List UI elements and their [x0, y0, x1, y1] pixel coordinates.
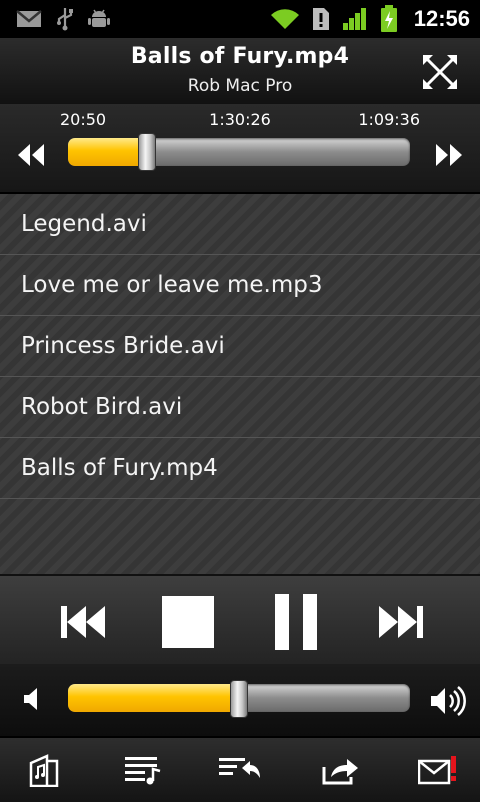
playlist-item[interactable]: Love me or leave me.mp3 [0, 255, 480, 316]
fast-forward-button[interactable] [432, 138, 466, 172]
playlist-item[interactable]: Legend.avi [0, 194, 480, 255]
playlist-item[interactable]: Robot Bird.avi [0, 377, 480, 438]
share-button[interactable] [318, 750, 362, 790]
queue-back-button[interactable] [218, 750, 262, 790]
seek-bar-fill [68, 138, 147, 166]
mail-alert-button[interactable] [416, 750, 460, 790]
previous-button[interactable] [58, 594, 108, 650]
signal-icon [342, 7, 368, 31]
pause-button[interactable] [270, 594, 322, 650]
stop-button[interactable] [160, 594, 216, 650]
pause-icon [275, 594, 317, 650]
source-name: Rob Mac Pro [187, 76, 293, 96]
playlist-item[interactable]: Balls of Fury.mp4 [0, 438, 480, 499]
fullscreen-icon [423, 55, 457, 89]
previous-icon [61, 606, 105, 638]
queue-back-icon [219, 758, 260, 778]
playlist-icon [125, 757, 161, 785]
transport-controls [0, 574, 480, 666]
volume-bar-fill [68, 684, 239, 712]
remaining-time: 1:09:36 [358, 110, 420, 129]
seek-thumb[interactable] [138, 133, 156, 171]
track-title: Balls of Fury.mp4 [130, 44, 350, 69]
volume-low-icon[interactable] [18, 684, 46, 714]
now-playing-header: Balls of Fury.mp4 Rob Mac Pro [0, 38, 480, 106]
volume-high-icon[interactable] [428, 684, 468, 718]
playlist-button[interactable] [121, 750, 165, 790]
fast-forward-icon [436, 144, 462, 166]
rewind-button[interactable] [14, 138, 48, 172]
playlist: Legend.avi Love me or leave me.mp3 Princ… [0, 194, 480, 574]
alert-icon [312, 7, 330, 31]
mail-alert-icon [418, 756, 456, 785]
volume-thumb[interactable] [230, 680, 248, 718]
seek-bar[interactable] [68, 138, 410, 166]
playlist-item[interactable]: Princess Bride.avi [0, 316, 480, 377]
gmail-icon [16, 9, 42, 29]
android-debug-icon [88, 8, 110, 30]
usb-icon [56, 7, 74, 31]
fullscreen-button[interactable] [422, 54, 458, 90]
stop-icon [162, 596, 214, 648]
battery-charging-icon [380, 5, 398, 33]
open-folder-icon [29, 754, 59, 787]
wifi-icon [270, 7, 300, 31]
next-button[interactable] [376, 594, 426, 650]
rewind-icon [18, 144, 44, 166]
bottom-toolbar [0, 736, 480, 802]
status-bar: 12:56 [0, 0, 480, 38]
share-icon [322, 759, 358, 785]
next-icon [379, 606, 423, 638]
clock: 12:56 [413, 6, 470, 31]
open-folder-button[interactable] [22, 750, 66, 790]
